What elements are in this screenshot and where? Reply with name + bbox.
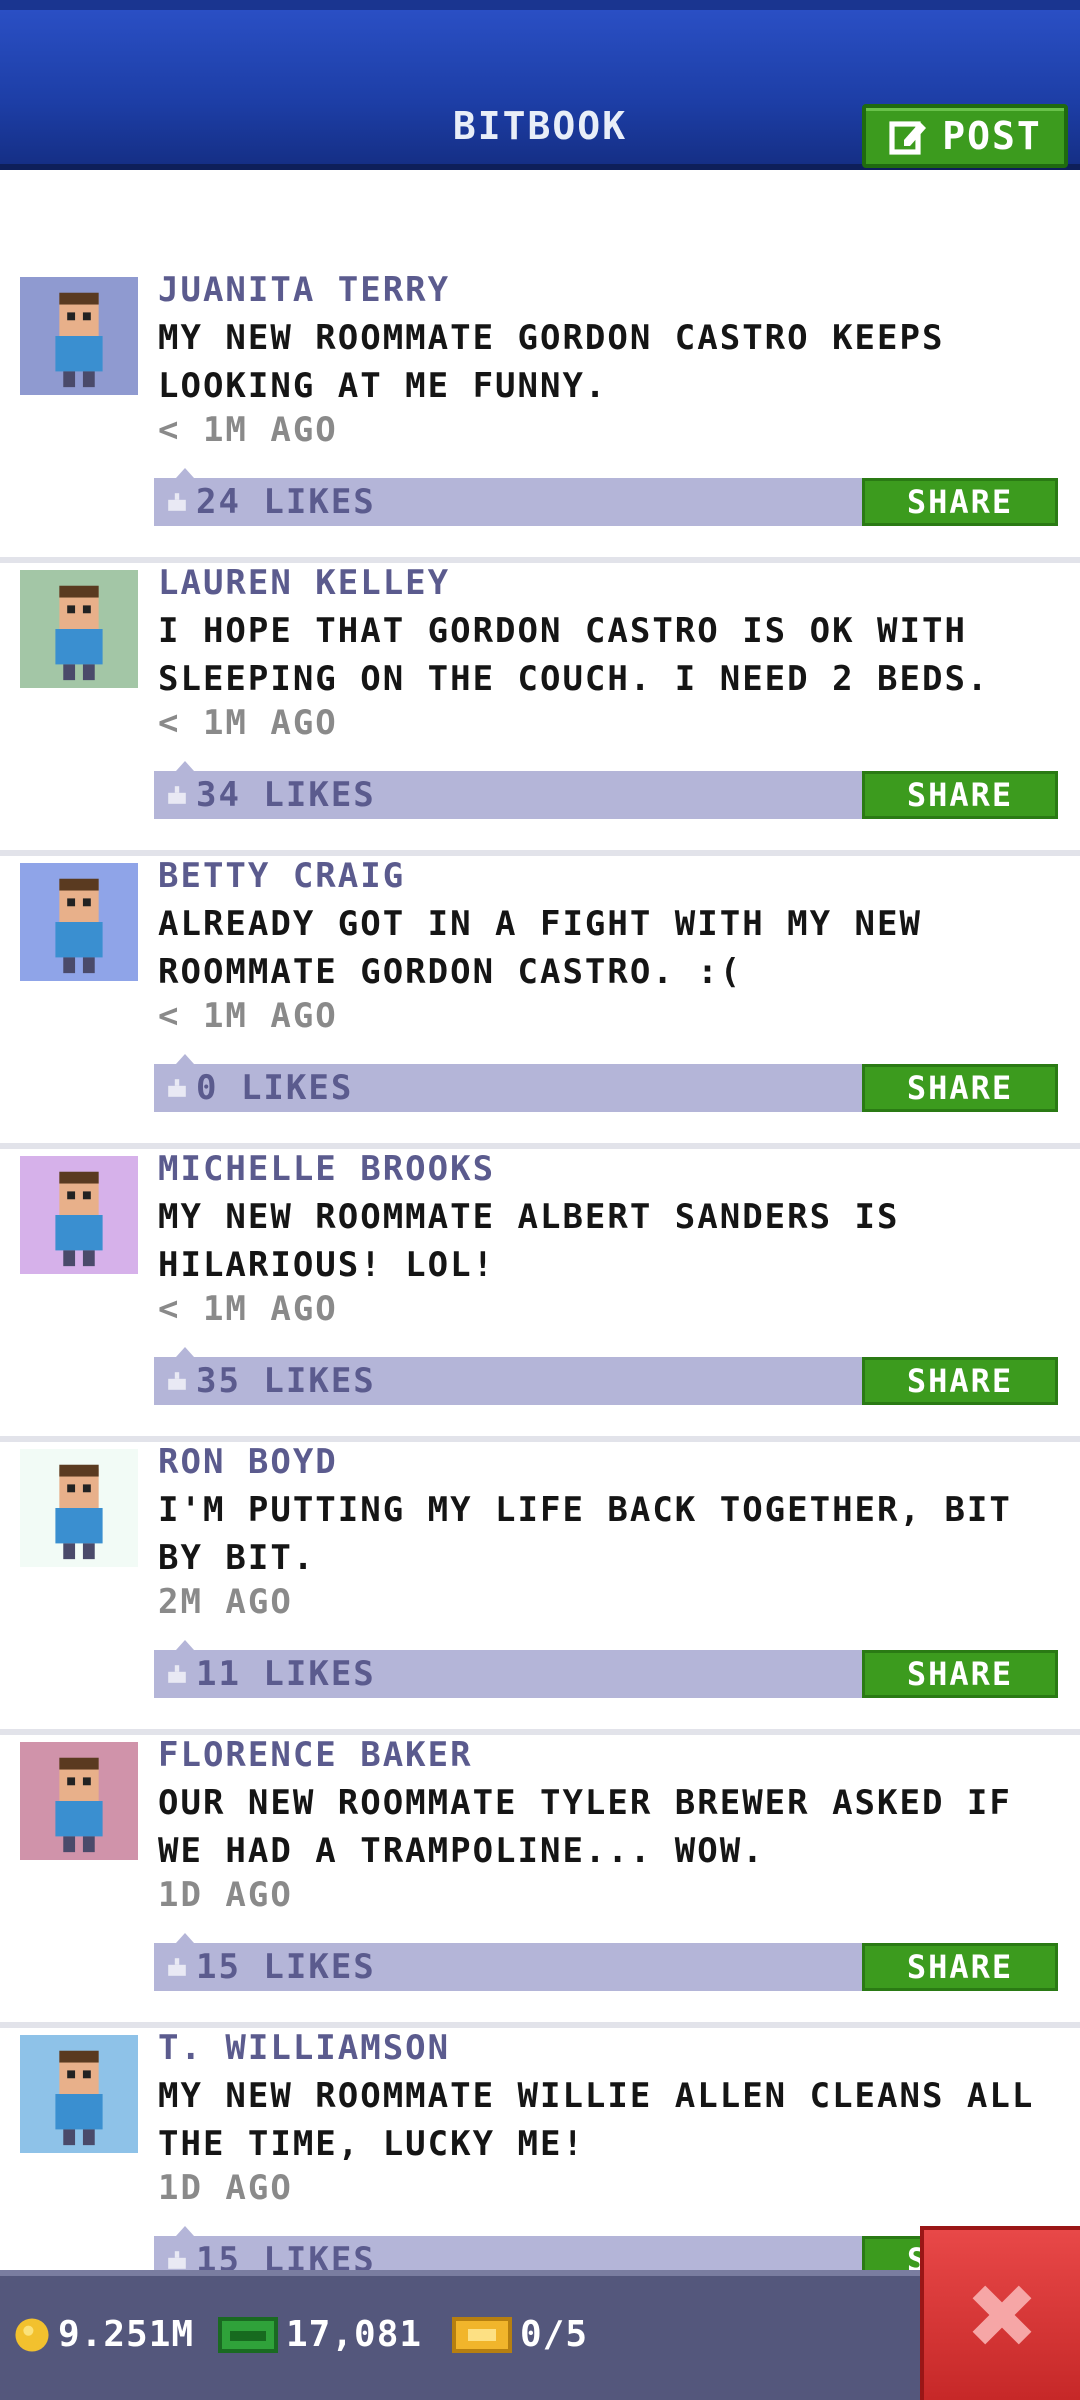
avatar[interactable]: [20, 863, 138, 981]
like-count: 0 LIKES: [196, 1068, 354, 1108]
post-button-label: POST: [942, 114, 1042, 158]
thumbs-up-icon: [168, 1372, 186, 1390]
pixel-avatar-icon: [55, 878, 103, 974]
avatar[interactable]: [20, 277, 138, 395]
ticket-icon: [452, 2316, 512, 2353]
status-bar: 9.251M 17,081 0/5: [0, 2270, 1080, 2400]
thumbs-up-icon: [168, 786, 186, 804]
post-item: FLORENCE BAKER OUR NEW ROOMMATE TYLER BR…: [0, 1735, 1080, 2028]
post-author[interactable]: T. WILLIAMSON: [158, 2028, 450, 2068]
like-button[interactable]: 15 LIKES: [166, 1947, 376, 1987]
like-bar: 11 LIKES SHARE: [154, 1640, 1058, 1698]
coins-value: 9.251M: [58, 2314, 195, 2355]
like-count: 34 LIKES: [196, 775, 376, 815]
share-button[interactable]: SHARE: [862, 1650, 1058, 1698]
post-timestamp: 1D AGO: [158, 1875, 293, 1915]
post-item: LAUREN KELLEY I HOPE THAT GORDON CASTRO …: [0, 563, 1080, 856]
thumbs-up-icon: [168, 1079, 186, 1097]
post-timestamp: < 1M AGO: [158, 1289, 338, 1329]
post-item: JUANITA TERRY MY NEW ROOMMATE GORDON CAS…: [0, 270, 1080, 563]
coin-icon: [15, 2317, 49, 2352]
post-author[interactable]: MICHELLE BROOKS: [158, 1149, 495, 1189]
avatar[interactable]: [20, 1742, 138, 1860]
share-button[interactable]: SHARE: [862, 478, 1058, 526]
post-author[interactable]: RON BOYD: [158, 1442, 338, 1482]
share-button[interactable]: SHARE: [862, 1943, 1058, 1991]
like-bar: 24 LIKES SHARE: [154, 468, 1058, 526]
header-bar: BITBOOK POST: [0, 0, 1080, 170]
post-button[interactable]: POST: [862, 104, 1068, 168]
like-button[interactable]: 0 LIKES: [166, 1068, 353, 1108]
like-button[interactable]: 35 LIKES: [166, 1361, 376, 1401]
like-count: 24 LIKES: [196, 482, 376, 522]
like-bar: 0 LIKES SHARE: [154, 1054, 1058, 1112]
post-timestamp: 1D AGO: [158, 2168, 293, 2208]
share-button[interactable]: SHARE: [862, 1357, 1058, 1405]
pixel-avatar-icon: [55, 1171, 103, 1267]
like-button[interactable]: 34 LIKES: [166, 775, 376, 815]
post-timestamp: < 1M AGO: [158, 996, 338, 1036]
thumbs-up-icon: [168, 493, 186, 511]
bux-value: 17,081: [286, 2314, 423, 2355]
edit-icon: [889, 121, 927, 155]
post-author[interactable]: BETTY CRAIG: [158, 856, 405, 896]
avatar[interactable]: [20, 1156, 138, 1274]
avatar[interactable]: [20, 570, 138, 688]
coins-stat: 9.251M: [14, 2314, 194, 2355]
post-text: ALREADY GOT IN A FIGHT WITH MY NEW ROOMM…: [158, 904, 922, 992]
post-author[interactable]: LAUREN KELLEY: [158, 563, 450, 603]
pixel-avatar-icon: [55, 2050, 103, 2146]
like-count: 11 LIKES: [196, 1654, 376, 1694]
share-button[interactable]: SHARE: [862, 1064, 1058, 1112]
tickets-stat: 0/5: [452, 2314, 588, 2355]
feed-list: JUANITA TERRY MY NEW ROOMMATE GORDON CAS…: [0, 270, 1080, 2321]
pixel-avatar-icon: [55, 585, 103, 681]
post-timestamp: < 1M AGO: [158, 703, 338, 743]
like-bar: 34 LIKES SHARE: [154, 761, 1058, 819]
post-text: MY NEW ROOMMATE WILLIE ALLEN CLEANS ALL …: [158, 2076, 1035, 2164]
close-icon: [972, 2285, 1032, 2345]
pixel-avatar-icon: [55, 292, 103, 388]
post-text: MY NEW ROOMMATE GORDON CASTRO KEEPS LOOK…: [158, 318, 945, 406]
like-button[interactable]: 24 LIKES: [166, 482, 376, 522]
share-button[interactable]: SHARE: [862, 771, 1058, 819]
post-timestamp: 2M AGO: [158, 1582, 293, 1622]
thumbs-up-icon: [168, 2251, 186, 2269]
avatar[interactable]: [20, 2035, 138, 2153]
pixel-avatar-icon: [55, 1757, 103, 1853]
post-author[interactable]: FLORENCE BAKER: [158, 1735, 473, 1775]
avatar[interactable]: [20, 1449, 138, 1567]
post-text: OUR NEW ROOMMATE TYLER BREWER ASKED IF W…: [158, 1783, 1012, 1871]
post-item: MICHELLE BROOKS MY NEW ROOMMATE ALBERT S…: [0, 1149, 1080, 1442]
bux-icon: [218, 2316, 278, 2353]
bux-stat: 17,081: [218, 2314, 422, 2355]
thumbs-up-icon: [168, 1665, 186, 1683]
post-text: I'M PUTTING MY LIFE BACK TOGETHER, BIT B…: [158, 1490, 1012, 1578]
close-button[interactable]: [920, 2226, 1080, 2400]
post-timestamp: < 1M AGO: [158, 410, 338, 450]
like-bar: 15 LIKES SHARE: [154, 1933, 1058, 1991]
like-button[interactable]: 11 LIKES: [166, 1654, 376, 1694]
post-item: BETTY CRAIG ALREADY GOT IN A FIGHT WITH …: [0, 856, 1080, 1149]
like-bar: 35 LIKES SHARE: [154, 1347, 1058, 1405]
thumbs-up-icon: [168, 1958, 186, 1976]
like-count: 35 LIKES: [196, 1361, 376, 1401]
like-count: 15 LIKES: [196, 1947, 376, 1987]
post-item: RON BOYD I'M PUTTING MY LIFE BACK TOGETH…: [0, 1442, 1080, 1735]
pixel-avatar-icon: [55, 1464, 103, 1560]
post-text: MY NEW ROOMMATE ALBERT SANDERS IS HILARI…: [158, 1197, 900, 1285]
post-text: I HOPE THAT GORDON CASTRO IS OK WITH SLE…: [158, 611, 990, 699]
tickets-value: 0/5: [520, 2314, 589, 2355]
post-author[interactable]: JUANITA TERRY: [158, 270, 450, 310]
